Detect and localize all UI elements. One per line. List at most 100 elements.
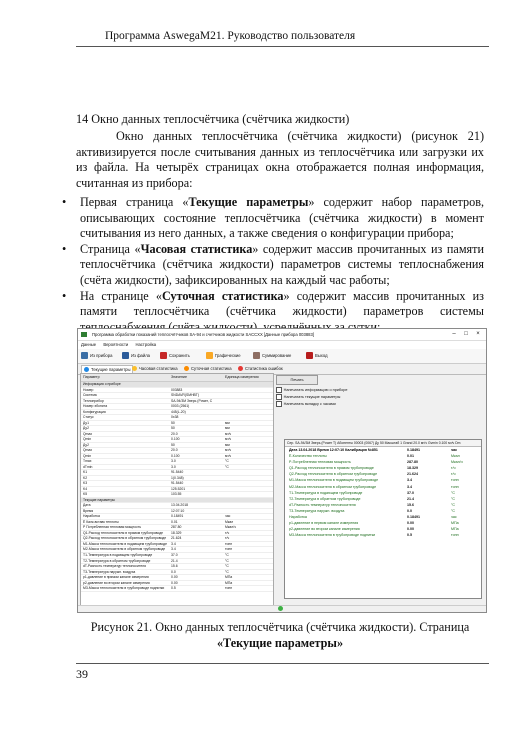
chart-icon <box>206 352 213 360</box>
table-row[interactable]: M3-Масса теплоносителя в трубопроводе по… <box>81 586 273 592</box>
param-cell: M1-Масса теплоносителя в подающем трубоп… <box>83 541 167 546</box>
bullet-text-pre: Первая страница « <box>80 195 189 209</box>
value-cell: 0.00 <box>171 575 178 580</box>
param-cell: K1 <box>83 470 88 475</box>
close-icon[interactable]: × <box>472 329 484 340</box>
value-cell: 3.0 <box>171 459 176 464</box>
exit-button[interactable]: Выход <box>306 351 328 361</box>
app-icon <box>81 332 87 337</box>
checkbox-clock-tab[interactable]: Напечатать вкладку с часами <box>276 401 336 407</box>
value-cell: 50 <box>171 442 175 447</box>
checkbox-device-info[interactable]: Напечатать информацию о приборе <box>276 387 347 393</box>
column-header[interactable]: Значение <box>171 374 221 381</box>
value-cell: 0.01 <box>171 519 178 524</box>
value-cell: 0.100 <box>171 453 180 458</box>
sum-icon <box>253 352 260 360</box>
param-cell: Ё Калк-вставк теплоты <box>83 519 119 524</box>
unit-cell: час <box>225 514 231 519</box>
summation-button[interactable]: Суммирование <box>253 351 291 361</box>
calendar-icon <box>184 366 189 372</box>
param-cell: Qmax <box>83 448 93 453</box>
checkbox-label: Напечатать вкладку с часами <box>283 402 336 406</box>
bullet-text-pre: Страница « <box>80 241 141 256</box>
param-cell: T1-Температура в подающем трубопроводе <box>83 552 153 557</box>
value-cell: 21.4 <box>171 558 178 563</box>
window-titlebar: Программа обработки показаний теплосчётч… <box>78 329 486 341</box>
toolbar-label: Суммирование <box>262 353 292 358</box>
checkbox-current-params[interactable]: Напечатать текущие параметры <box>276 394 340 400</box>
param-cell: p1-давление в прямом канале измерения <box>83 575 149 580</box>
param-cell: dTmin <box>83 464 93 469</box>
clock-icon <box>132 366 137 372</box>
value-cell: 91.5440 <box>171 470 184 475</box>
window-controls: – □ × <box>448 329 484 340</box>
value-cell: 50 <box>171 426 175 431</box>
table-header: Параметр Значение Единица измерения <box>81 374 273 382</box>
bullet-item: • Страница «Часовая статистика» содержит … <box>62 241 484 289</box>
checkbox-label: Напечатать информацию о приборе <box>283 388 348 392</box>
footer-rule <box>76 663 489 664</box>
value-cell: 3.4 <box>171 547 176 552</box>
graphics-button[interactable]: Графические <box>206 351 241 361</box>
value-cell: 125.5201 <box>171 486 186 491</box>
tab-hourly-stats[interactable]: Часовая статистика <box>130 365 180 373</box>
param-cell: Ду2 <box>83 442 89 447</box>
value-cell: 0.0 <box>171 569 176 574</box>
unit-cell: °C <box>225 459 229 464</box>
minimize-icon[interactable]: – <box>448 329 460 340</box>
status-ok-icon <box>278 606 283 611</box>
param-cell: Наработка <box>83 514 100 519</box>
maximize-icon[interactable]: □ <box>460 329 472 340</box>
toolbar-label: Из прибора <box>90 353 113 358</box>
device-readings: Дата 13.04.2018 Время 12:07:10 Калибраци… <box>285 447 481 538</box>
tab-label: Текущие параметры <box>91 367 131 372</box>
bullet-item: • Первая страница «Текущие параметры» сод… <box>62 195 484 242</box>
menu-item-probability[interactable]: Вероятности <box>103 342 128 347</box>
print-button[interactable]: Печать <box>276 375 318 385</box>
device-display: Сер. SA-94/3M Зверь (Power T) Абоненты 0… <box>284 439 482 599</box>
info-icon <box>84 367 89 373</box>
toolbar-label: Выход <box>315 353 328 358</box>
menu-item-settings[interactable]: Настройка <box>135 342 156 347</box>
save-icon <box>160 352 167 360</box>
param-cell: Статус <box>83 415 94 420</box>
bullet-bold: Текущие параметры <box>188 195 309 209</box>
param-cell: K4 <box>83 486 88 491</box>
tab-error-stats[interactable]: Статистика ошибок <box>236 365 285 373</box>
value-cell: 13.04.2018 <box>171 503 188 508</box>
table-body: Информация о приборе Номер 003883 Система SN… <box>81 382 273 592</box>
bullet-icon: • <box>62 241 67 256</box>
from-file-button[interactable]: Из файла <box>122 351 150 361</box>
param-cell: Tmax <box>83 459 92 464</box>
value-cell: 0x38 <box>171 415 179 420</box>
bullet-list: • Первая страница «Текущие параметры» сод… <box>62 195 484 335</box>
column-header[interactable]: Параметр <box>83 374 167 381</box>
bullet-bold: Суточная статистика <box>161 288 284 303</box>
param-cell: Ду1 <box>83 420 89 425</box>
param-cell: T2-Температура в обратном трубопроводе <box>83 558 151 563</box>
column-header[interactable]: Единица измерения <box>225 374 271 381</box>
device-header: Сер. SA-94/3M Зверь (Power T) Абоненты 0… <box>285 440 481 447</box>
parameters-table: Параметр Значение Единица измерения Инфо… <box>80 373 274 607</box>
from-device-button[interactable]: Из прибора <box>81 351 112 361</box>
param-cell: K5 <box>83 492 88 497</box>
unit-cell: мм <box>225 426 230 431</box>
value-cell: 0.100 <box>171 437 180 442</box>
param-cell: Время <box>83 508 94 513</box>
save-button[interactable]: Сохранить <box>160 351 190 361</box>
checkbox-icon <box>276 401 282 407</box>
toolbar-label: Сохранить <box>169 353 190 358</box>
checkbox-icon <box>276 394 282 400</box>
checkbox-icon <box>276 387 282 393</box>
window-title: Программа обработки показаний теплосчётч… <box>92 332 314 337</box>
value-cell: 21.624 <box>171 536 182 541</box>
status-bar <box>78 605 486 612</box>
tab-daily-stats[interactable]: Суточная статистика <box>182 365 234 373</box>
menu-item-data[interactable]: Данные <box>81 342 96 347</box>
toolbar-label: Из файла <box>131 353 150 358</box>
value-cell: 18.329 <box>171 530 182 535</box>
intro-paragraph: Окно данных теплосчётчика (счётчика жидк… <box>76 129 484 190</box>
bullet-bold: Часовая статистика <box>140 241 253 256</box>
unit-cell: т/ч <box>225 530 230 535</box>
param-cell: Информация о приборе <box>83 382 121 386</box>
